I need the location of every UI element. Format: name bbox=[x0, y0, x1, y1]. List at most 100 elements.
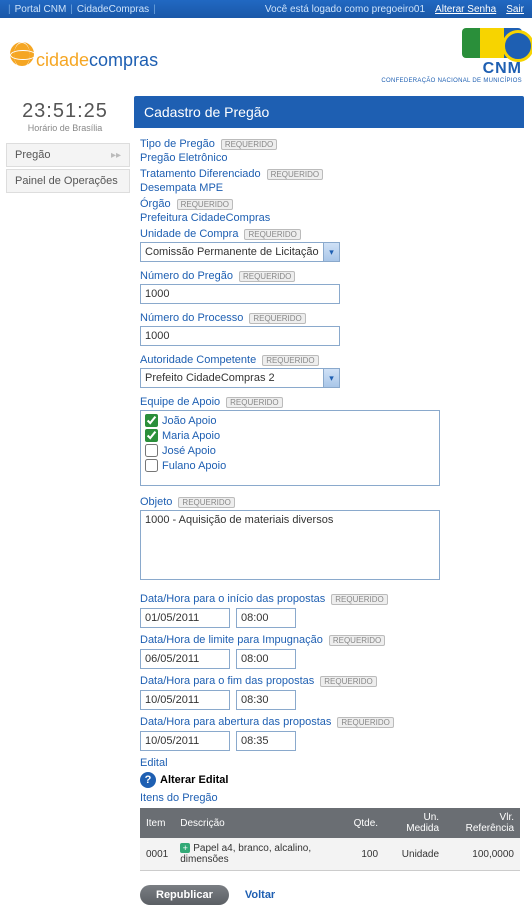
cell-item: 0001 bbox=[140, 838, 174, 871]
logged-in-text: Você está logado como pregoeiro01 bbox=[265, 4, 425, 15]
equipe-option[interactable]: João Apoio bbox=[145, 413, 435, 428]
logo-word2: compras bbox=[89, 50, 158, 70]
required-badge: REQUERIDO bbox=[221, 139, 277, 150]
alterar-edital-label: Alterar Edital bbox=[160, 774, 228, 786]
num-pregao-input[interactable] bbox=[140, 284, 340, 304]
required-badge: REQUERIDO bbox=[331, 594, 387, 605]
clock-subtitle: Horário de Brasília bbox=[6, 123, 124, 133]
col-descricao: Descrição bbox=[174, 808, 347, 838]
required-badge: REQUERIDO bbox=[178, 497, 234, 508]
label-num-pregao: Número do Pregão bbox=[140, 270, 233, 282]
value-tipo-pregao: Pregão Eletrônico bbox=[140, 152, 520, 164]
header: cidadecompras CNM CONFEDERAÇÃO NACIONAL … bbox=[0, 18, 532, 90]
label-dh-inicio: Data/Hora para o início das propostas bbox=[140, 593, 325, 605]
col-item: Item bbox=[140, 808, 174, 838]
equipe-option[interactable]: Fulano Apoio bbox=[145, 458, 435, 473]
label-orgao: Órgão bbox=[140, 198, 171, 210]
required-badge: REQUERIDO bbox=[320, 676, 376, 687]
required-badge: REQUERIDO bbox=[337, 717, 393, 728]
abertura-time-input[interactable] bbox=[236, 731, 296, 751]
panel-title: Cadastro de Pregão bbox=[134, 96, 524, 128]
change-password-link[interactable]: Alterar Senha bbox=[435, 4, 496, 15]
expand-icon[interactable]: + bbox=[180, 843, 190, 853]
required-badge: REQUERIDO bbox=[262, 355, 318, 366]
required-badge: REQUERIDO bbox=[249, 313, 305, 324]
cnm-logo: CNM CONFEDERAÇÃO NACIONAL DE MUNICÍPIOS bbox=[381, 28, 522, 84]
equipe-option-label: João Apoio bbox=[162, 415, 216, 427]
required-badge: REQUERIDO bbox=[267, 169, 323, 180]
voltar-link[interactable]: Voltar bbox=[245, 889, 275, 901]
col-un-medida: Un. Medida bbox=[384, 808, 445, 838]
flag-icon bbox=[462, 28, 522, 58]
label-tipo-pregao: Tipo de Pregão bbox=[140, 138, 215, 150]
cell-qtde: 100 bbox=[348, 838, 384, 871]
required-badge: REQUERIDO bbox=[226, 397, 282, 408]
clock: 23:51:25 Horário de Brasília bbox=[6, 100, 124, 133]
cell-vlr: 100,0000 bbox=[445, 838, 520, 871]
col-qtde: Qtde. bbox=[348, 808, 384, 838]
app-logo: cidadecompras bbox=[10, 42, 158, 71]
objeto-textarea[interactable] bbox=[140, 510, 440, 580]
equipe-option-label: Fulano Apoio bbox=[162, 460, 226, 472]
equipe-checkbox[interactable] bbox=[145, 414, 158, 427]
breadcrumb-portal[interactable]: Portal CNM bbox=[15, 4, 67, 15]
cnm-text: CNM bbox=[381, 60, 522, 78]
sidebar-item-label: Pregão bbox=[15, 149, 50, 161]
cnm-subtitle: CONFEDERAÇÃO NACIONAL DE MUNICÍPIOS bbox=[381, 78, 522, 84]
equipe-option[interactable]: Maria Apoio bbox=[145, 428, 435, 443]
logout-link[interactable]: Sair bbox=[506, 4, 524, 15]
autoridade-select[interactable] bbox=[140, 368, 340, 388]
label-itens: Itens do Pregão bbox=[140, 792, 520, 804]
fim-time-input[interactable] bbox=[236, 690, 296, 710]
equipe-option[interactable]: José Apoio bbox=[145, 443, 435, 458]
label-tratamento: Tratamento Diferenciado bbox=[140, 168, 261, 180]
label-unidade: Unidade de Compra bbox=[140, 228, 238, 240]
chevron-right-icon: ▸▸ bbox=[111, 150, 121, 161]
label-dh-abertura: Data/Hora para abertura das propostas bbox=[140, 716, 331, 728]
cell-descricao: +Papel a4, branco, alcalino, dimensões bbox=[174, 838, 347, 871]
impugnacao-date-input[interactable] bbox=[140, 649, 230, 669]
equipe-checkbox[interactable] bbox=[145, 429, 158, 442]
itens-table: Item Descrição Qtde. Un. Medida Vlr. Ref… bbox=[140, 808, 520, 871]
unidade-select[interactable] bbox=[140, 242, 340, 262]
label-dh-fim: Data/Hora para o fim das propostas bbox=[140, 675, 314, 687]
inicio-time-input[interactable] bbox=[236, 608, 296, 628]
impugnacao-time-input[interactable] bbox=[236, 649, 296, 669]
fim-date-input[interactable] bbox=[140, 690, 230, 710]
value-tratamento: Desempata MPE bbox=[140, 182, 520, 194]
help-icon: ? bbox=[140, 772, 156, 788]
required-badge: REQUERIDO bbox=[177, 199, 233, 210]
equipe-listbox[interactable]: João Apoio Maria Apoio José Apoio Fulano Ap… bbox=[140, 410, 440, 486]
sidebar: 23:51:25 Horário de Brasília Pregão ▸▸ P… bbox=[0, 90, 130, 917]
breadcrumb-app[interactable]: CidadeCompras bbox=[77, 4, 149, 15]
value-orgao: Prefeitura CidadeCompras bbox=[140, 212, 520, 224]
abertura-date-input[interactable] bbox=[140, 731, 230, 751]
label-dh-impugnacao: Data/Hora de limite para Impugnação bbox=[140, 634, 323, 646]
cell-un: Unidade bbox=[384, 838, 445, 871]
top-navbar: | Portal CNM | CidadeCompras | Você está… bbox=[0, 0, 532, 18]
col-vlr-referencia: Vlr. Referência bbox=[445, 808, 520, 838]
globe-icon bbox=[10, 42, 34, 66]
equipe-checkbox[interactable] bbox=[145, 444, 158, 457]
label-num-processo: Número do Processo bbox=[140, 312, 243, 324]
num-processo-input[interactable] bbox=[140, 326, 340, 346]
equipe-option-label: Maria Apoio bbox=[162, 430, 220, 442]
sidebar-item-painel[interactable]: Painel de Operações bbox=[6, 169, 130, 193]
label-objeto: Objeto bbox=[140, 496, 172, 508]
alterar-edital-link[interactable]: ? Alterar Edital bbox=[140, 772, 520, 788]
required-badge: REQUERIDO bbox=[244, 229, 300, 240]
equipe-checkbox[interactable] bbox=[145, 459, 158, 472]
logo-word1: cidade bbox=[36, 50, 89, 70]
republicar-button[interactable]: Republicar bbox=[140, 885, 229, 905]
label-autoridade: Autoridade Competente bbox=[140, 354, 256, 366]
label-equipe: Equipe de Apoio bbox=[140, 396, 220, 408]
sidebar-item-pregao[interactable]: Pregão ▸▸ bbox=[6, 143, 130, 167]
sidebar-item-label: Painel de Operações bbox=[15, 175, 118, 187]
required-badge: REQUERIDO bbox=[329, 635, 385, 646]
required-badge: REQUERIDO bbox=[239, 271, 295, 282]
inicio-date-input[interactable] bbox=[140, 608, 230, 628]
table-row[interactable]: 0001+Papel a4, branco, alcalino, dimensõ… bbox=[140, 838, 520, 871]
clock-time: 23:51:25 bbox=[6, 100, 124, 123]
label-edital: Edital bbox=[140, 757, 168, 769]
equipe-option-label: José Apoio bbox=[162, 445, 216, 457]
